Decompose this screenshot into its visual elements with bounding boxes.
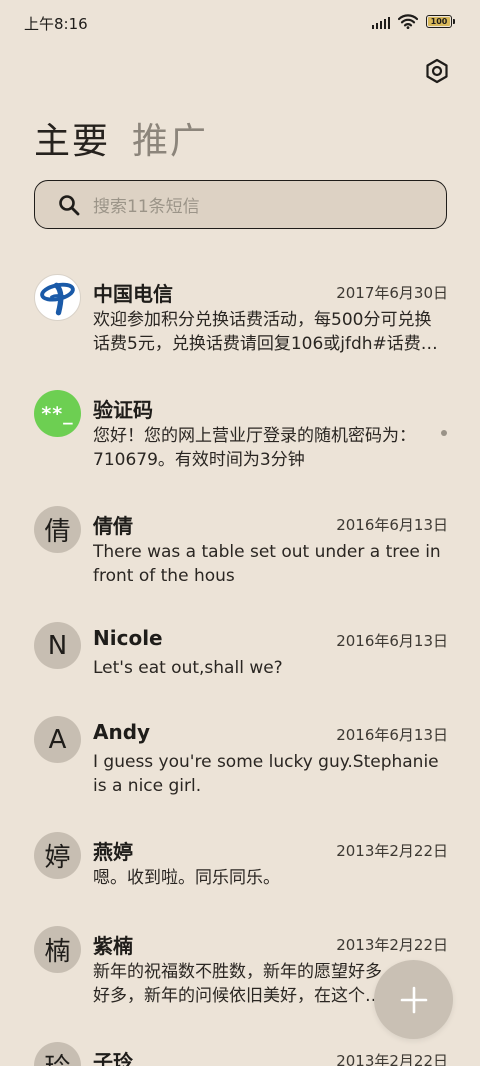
- search-icon: [59, 194, 80, 215]
- thread-name: 验证码: [93, 398, 153, 422]
- search-input[interactable]: 搜索11条短信: [34, 180, 447, 229]
- thread-preview: 欢迎参加积分兑换话费活动，每500分可兑换话费5元，兑换话费请回复106或jfd…: [93, 310, 438, 354]
- avatar: N: [34, 622, 81, 669]
- avatar: 玲: [34, 1042, 81, 1066]
- thread-preview: 嗯。收到啦。同乐同乐。: [93, 868, 280, 888]
- battery-level: 100: [430, 16, 448, 26]
- settings-button[interactable]: [422, 56, 452, 86]
- avatar: 楠: [34, 926, 81, 973]
- avatar-verification-code: **_: [34, 390, 81, 437]
- thread-date: 2013年2月22日: [336, 842, 448, 860]
- china-telecom-logo-icon: [40, 282, 75, 315]
- status-bar: 上午8:16 100: [0, 0, 480, 46]
- thread-name: 子玲: [93, 1050, 133, 1066]
- thread-date: 2017年6月30日: [336, 284, 448, 302]
- thread-preview: I guess you're some lucky guy.Stephanie …: [93, 752, 439, 796]
- unread-dot: [441, 430, 447, 436]
- thread-date: 2016年6月13日: [336, 726, 448, 744]
- thread-name: 燕婷: [93, 840, 133, 864]
- thread-name: 紫楠: [93, 934, 133, 958]
- thread-date: 2013年2月22日: [336, 1052, 448, 1066]
- thread-name: Nicole: [93, 626, 163, 650]
- messages-screen: 上午8:16 100 主要 推广 搜索11条短信 中国电信 2017年6月30日…: [0, 0, 480, 1066]
- compose-button[interactable]: [374, 960, 453, 1039]
- battery-icon: 100: [426, 15, 455, 28]
- thread-preview: 您好！您的网上营业厅登录的随机密码为：710679。有效时间为3分钟: [93, 426, 416, 470]
- thread-item-nicole[interactable]: N Nicole 2016年6月13日 Let's eat out,shall …: [0, 606, 480, 688]
- avatar: 倩: [34, 506, 81, 553]
- tab-bar: 主要 推广: [34, 112, 208, 164]
- thread-date: 2016年6月13日: [336, 632, 448, 650]
- plus-icon: [400, 986, 427, 1013]
- avatar-china-telecom: [34, 274, 81, 321]
- avatar: 婷: [34, 832, 81, 879]
- tab-primary[interactable]: 主要: [34, 112, 110, 164]
- thread-name: 倩倩: [93, 514, 133, 538]
- thread-date: 2016年6月13日: [336, 516, 448, 534]
- thread-date: 2013年2月22日: [336, 936, 448, 954]
- tab-promotions[interactable]: 推广: [132, 112, 208, 164]
- wifi-icon: [398, 14, 418, 29]
- thread-item-verification-code[interactable]: **_ 验证码 您好！您的网上营业厅登录的随机密码为：710679。有效时间为3…: [0, 374, 480, 478]
- thread-name: Andy: [93, 720, 151, 744]
- thread-item-yanting[interactable]: 婷 燕婷 2013年2月22日 嗯。收到啦。同乐同乐。: [0, 816, 480, 898]
- status-time: 上午8:16: [24, 15, 88, 33]
- thread-item-china-telecom[interactable]: 中国电信 2017年6月30日 欢迎参加积分兑换话费活动，每500分可兑换话费5…: [0, 258, 480, 362]
- thread-item-andy[interactable]: A Andy 2016年6月13日 I guess you're some lu…: [0, 700, 480, 804]
- signal-icon: [372, 15, 390, 29]
- thread-preview: Let's eat out,shall we?: [93, 658, 283, 678]
- settings-icon: [426, 58, 448, 84]
- status-icons: 100: [372, 14, 455, 29]
- thread-item-qianqian[interactable]: 倩 倩倩 2016年6月13日 There was a table set ou…: [0, 490, 480, 594]
- avatar: A: [34, 716, 81, 763]
- search-placeholder: 搜索11条短信: [93, 197, 200, 217]
- thread-preview: There was a table set out under a tree i…: [93, 542, 441, 586]
- thread-name: 中国电信: [93, 282, 173, 306]
- thread-preview: 新年的祝福数不胜数，新年的愿望好多好多，新年的问候依旧美好，在这个温馨的: [93, 962, 382, 1006]
